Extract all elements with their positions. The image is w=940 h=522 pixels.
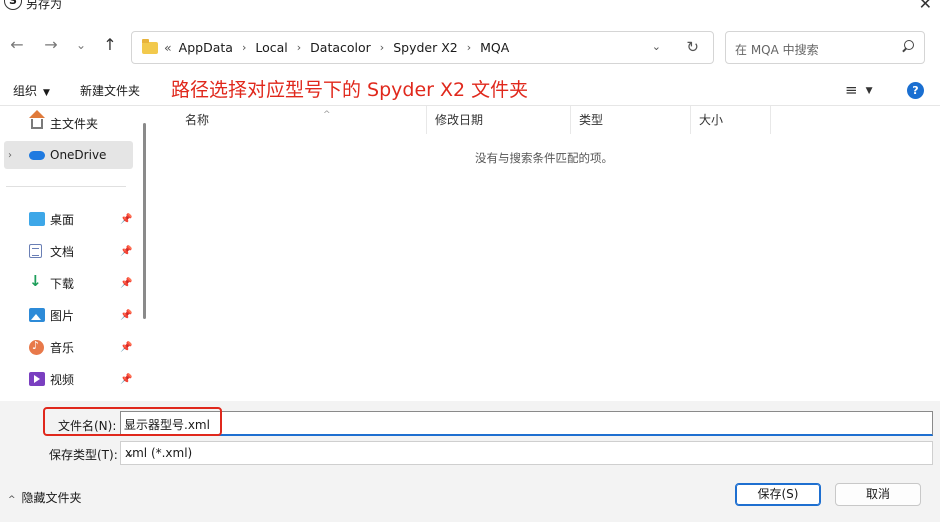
- pin-icon[interactable]: 📌: [120, 246, 132, 257]
- file-list: 名称 ^ 修改日期 类型 大小 没有与搜索条件匹配的项。: [152, 106, 940, 401]
- instruction-annotation: 路径选择对应型号下的 Spyder X2 文件夹: [171, 79, 529, 101]
- sidebar-item-home[interactable]: 主文件夹: [0, 109, 135, 137]
- sidebar-item-music[interactable]: 音乐 📌: [0, 333, 135, 361]
- sidebar-item-videos[interactable]: 视频 📌: [0, 365, 135, 393]
- pictures-icon: [29, 308, 45, 322]
- breadcrumb-appdata[interactable]: AppData: [179, 40, 233, 55]
- organize-label: 组织: [13, 84, 38, 98]
- sidebar-item-label: 桌面: [50, 212, 75, 227]
- chevron-down-icon: ⌄: [125, 446, 136, 460]
- column-header-size[interactable]: 大小: [691, 106, 771, 134]
- highlight-box: [43, 407, 222, 436]
- recent-locations-icon[interactable]: ⌄: [70, 34, 92, 56]
- sort-ascending-icon: ^: [323, 110, 331, 120]
- breadcrumb-local[interactable]: Local: [255, 40, 287, 55]
- list-view-icon: ≡: [845, 81, 858, 99]
- divider: [6, 186, 126, 187]
- address-bar[interactable]: « AppData › Local › Datacolor › Spyder X…: [131, 31, 714, 64]
- sidebar-item-label: 图片: [50, 308, 75, 323]
- cloud-icon: [29, 151, 45, 160]
- sidebar-item-desktop[interactable]: 桌面 📌: [0, 205, 135, 233]
- sidebar-item-downloads[interactable]: ↓ 下载 📌: [0, 269, 135, 297]
- pin-icon[interactable]: 📌: [120, 374, 132, 385]
- breadcrumb-spyder-x2[interactable]: Spyder X2: [393, 40, 458, 55]
- save-button[interactable]: 保存(S): [735, 483, 821, 506]
- sidebar-item-label: 视频: [50, 372, 75, 387]
- search-icon[interactable]: [901, 38, 914, 51]
- navigation-pane: 主文件夹 › OneDrive 桌面 📌 文档 📌 ↓ 下载 📌 图片 📌 音乐…: [0, 106, 152, 401]
- save-form: 文件名(N): 显示器型号.xml ⌄ 保存类型(T): xml (*.xml)…: [0, 401, 940, 522]
- column-header-name[interactable]: 名称 ^: [177, 106, 427, 134]
- cancel-button[interactable]: 取消: [835, 483, 921, 506]
- chevron-right-icon[interactable]: ›: [242, 41, 246, 54]
- chevron-down-icon[interactable]: ⌄: [652, 40, 661, 53]
- chevron-right-icon[interactable]: ›: [8, 150, 12, 161]
- folder-icon: [142, 39, 158, 54]
- sidebar-item-label: 音乐: [50, 340, 75, 355]
- refresh-icon[interactable]: ↻: [686, 38, 699, 56]
- app-icon: S: [4, 0, 22, 10]
- document-icon: [29, 244, 42, 258]
- sidebar-item-documents[interactable]: 文档 📌: [0, 237, 135, 265]
- chevron-right-icon[interactable]: ›: [297, 41, 301, 54]
- back-arrow-icon[interactable]: ←: [6, 34, 28, 56]
- caret-down-icon: ▼: [43, 88, 50, 98]
- help-icon[interactable]: ?: [907, 82, 924, 99]
- pin-icon[interactable]: 📌: [120, 342, 132, 353]
- column-label: 名称: [185, 113, 210, 127]
- empty-state-message: 没有与搜索条件匹配的项。: [475, 151, 613, 165]
- command-bar: 组织 ▼ 新建文件夹 路径选择对应型号下的 Spyder X2 文件夹 ≡ ▼ ?: [0, 74, 940, 106]
- music-icon: [29, 339, 44, 355]
- sidebar-item-label: 下载: [50, 276, 75, 291]
- video-icon: [29, 372, 45, 386]
- new-folder-button[interactable]: 新建文件夹: [80, 82, 140, 99]
- breadcrumb-mqa[interactable]: MQA: [480, 40, 509, 55]
- breadcrumb: « AppData › Local › Datacolor › Spyder X…: [164, 40, 509, 55]
- breadcrumb-overflow[interactable]: «: [164, 40, 172, 55]
- desktop-icon: [29, 212, 45, 226]
- search-input[interactable]: 在 MQA 中搜索: [725, 31, 925, 64]
- up-arrow-icon[interactable]: ↑: [99, 34, 121, 56]
- pin-icon[interactable]: 📌: [120, 310, 132, 321]
- forward-arrow-icon[interactable]: →: [40, 34, 62, 56]
- hide-folders-toggle[interactable]: ^ 隐藏文件夹: [8, 489, 82, 506]
- download-icon: ↓: [29, 272, 42, 290]
- window-title: 另存为: [26, 0, 63, 11]
- view-options-button[interactable]: ≡ ▼: [845, 81, 873, 99]
- title-bar: S 另存为 ✕: [0, 0, 940, 14]
- sidebar-item-label: 主文件夹: [50, 116, 99, 131]
- column-header-modified[interactable]: 修改日期: [427, 106, 571, 134]
- sidebar-item-pictures[interactable]: 图片 📌: [0, 301, 135, 329]
- caret-down-icon: ▼: [865, 85, 873, 96]
- home-icon: [29, 110, 45, 129]
- chevron-up-icon: ^: [8, 495, 16, 505]
- filetype-select[interactable]: xml (*.xml) ⌄: [120, 441, 933, 465]
- navigation-bar: ← → ⌄ ↑ « AppData › Local › Datacolor › …: [0, 26, 940, 66]
- filetype-label: 保存类型(T):: [49, 448, 118, 462]
- breadcrumb-datacolor[interactable]: Datacolor: [310, 40, 371, 55]
- sidebar-item-onedrive[interactable]: › OneDrive: [4, 141, 133, 169]
- pin-icon[interactable]: 📌: [120, 214, 132, 225]
- pin-icon[interactable]: 📌: [120, 278, 132, 289]
- chevron-right-icon[interactable]: ›: [380, 41, 384, 54]
- search-placeholder: 在 MQA 中搜索: [735, 43, 819, 57]
- hide-folders-label: 隐藏文件夹: [21, 491, 82, 505]
- column-header-type[interactable]: 类型: [571, 106, 691, 134]
- filename-field[interactable]: 显示器型号.xml ⌄: [120, 411, 933, 436]
- close-icon[interactable]: ✕: [919, 0, 932, 13]
- sidebar-item-label: OneDrive: [50, 148, 107, 162]
- chevron-down-icon[interactable]: ⌄: [124, 416, 926, 430]
- organize-button[interactable]: 组织 ▼: [13, 82, 50, 99]
- sidebar-scrollbar[interactable]: [143, 123, 146, 319]
- chevron-right-icon[interactable]: ›: [467, 41, 471, 54]
- sidebar-item-label: 文档: [50, 244, 75, 259]
